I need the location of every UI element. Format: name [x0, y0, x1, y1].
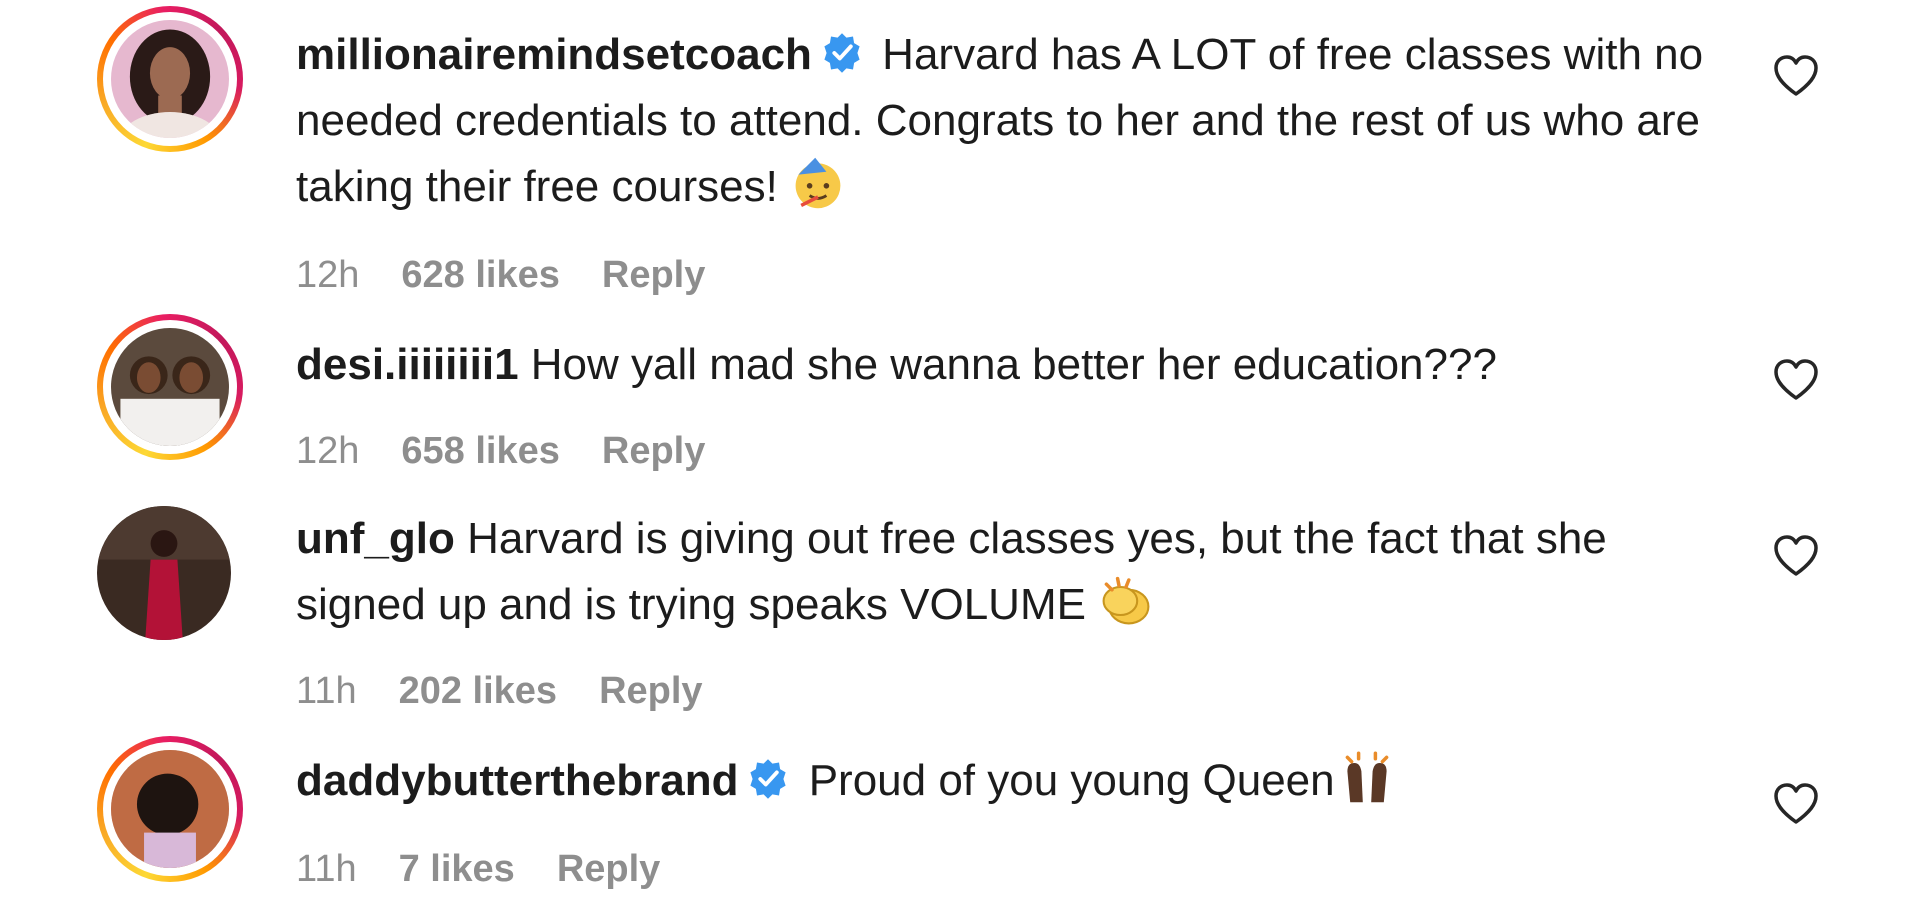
likes-count[interactable]: 7 likes [399, 848, 515, 890]
timestamp: 11h [296, 848, 357, 890]
comment-text-block: millionairemindsetcoach Harvard has A LO… [296, 22, 1736, 220]
comment-meta: 11h 7 likes Reply [296, 848, 702, 891]
comment-text: Harvard is giving out free classes yes, … [296, 514, 1607, 629]
verified-badge-icon [820, 28, 864, 73]
timestamp: 12h [296, 254, 360, 296]
raising-hands-emoji [1339, 749, 1395, 805]
reply-button[interactable]: Reply [599, 670, 702, 712]
comment-text-block: desi.iiiiiiii1 How yall mad she wanna be… [296, 332, 1736, 398]
reply-button[interactable]: Reply [557, 848, 660, 890]
comment-meta: 11h 202 likes Reply [296, 670, 745, 713]
avatar[interactable] [97, 314, 243, 460]
comment-text-block: unf_glo Harvard is giving out free class… [296, 506, 1736, 638]
username[interactable]: unf_glo [296, 514, 455, 563]
heart-outline-icon[interactable] [1772, 534, 1820, 578]
likes-count[interactable]: 658 likes [401, 430, 559, 472]
likes-count[interactable]: 628 likes [401, 254, 559, 296]
clapping-hands-emoji [1098, 573, 1154, 629]
comment-text-block: daddybutterthebrand Proud of you young Q… [296, 748, 1736, 814]
comment-text: How yall mad she wanna better her educat… [530, 340, 1497, 389]
timestamp: 11h [296, 670, 357, 712]
timestamp: 12h [296, 430, 360, 472]
username[interactable]: daddybutterthebrand [296, 756, 738, 805]
reply-button[interactable]: Reply [602, 430, 705, 472]
reply-button[interactable]: Reply [602, 254, 705, 296]
avatar[interactable] [97, 6, 243, 152]
heart-outline-icon[interactable] [1772, 54, 1820, 98]
avatar[interactable] [97, 506, 243, 652]
heart-outline-icon[interactable] [1772, 358, 1820, 402]
avatar[interactable] [97, 736, 243, 882]
likes-count[interactable]: 202 likes [399, 670, 557, 712]
comment-meta: 12h 658 likes Reply [296, 430, 747, 473]
verified-badge-icon [746, 754, 790, 799]
heart-outline-icon[interactable] [1772, 782, 1820, 826]
comment-meta: 12h 628 likes Reply [296, 254, 747, 297]
comment-text: Proud of you young Queen [808, 756, 1335, 805]
partying-face-emoji [790, 155, 846, 211]
username[interactable]: desi.iiiiiiii1 [296, 340, 519, 389]
username[interactable]: millionairemindsetcoach [296, 30, 812, 79]
